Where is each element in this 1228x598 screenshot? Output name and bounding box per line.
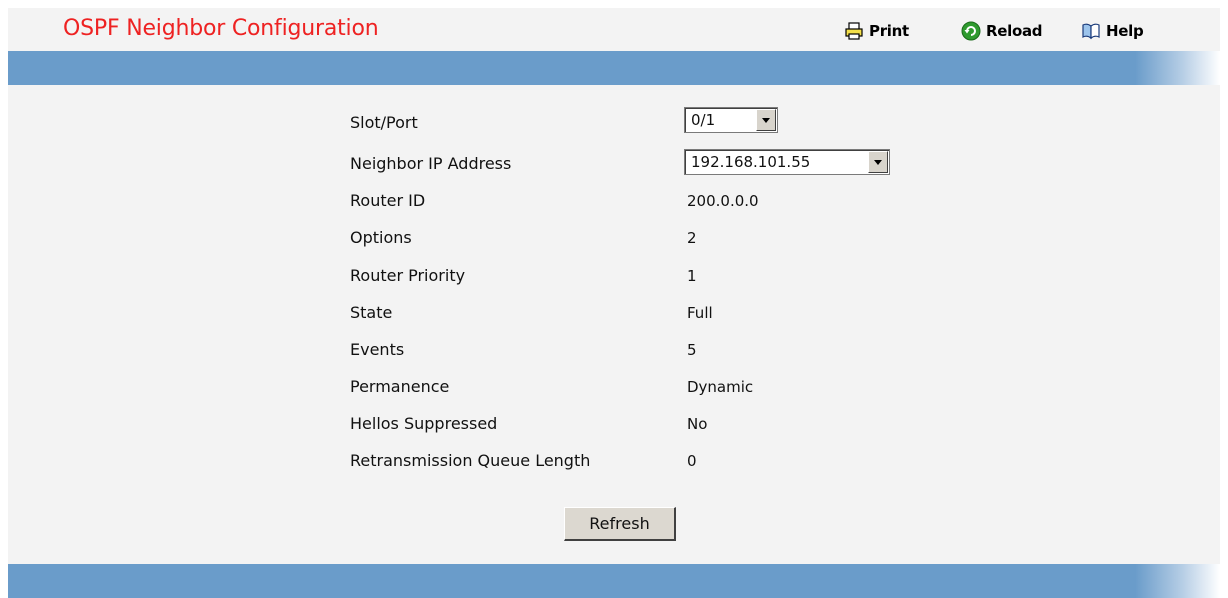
chevron-down-icon[interactable] bbox=[756, 109, 776, 131]
retransmission-queue-length-label: Retransmission Queue Length bbox=[350, 451, 591, 470]
options-label: Options bbox=[350, 228, 412, 247]
print-label: Print bbox=[869, 22, 909, 40]
retransmission-queue-length-value: 0 bbox=[687, 452, 697, 470]
slot-port-value: 0/1 bbox=[691, 111, 716, 129]
neighbor-ip-value: 192.168.101.55 bbox=[691, 153, 811, 171]
permanence-value: Dynamic bbox=[687, 378, 754, 396]
page-panel: OSPF Neighbor Configuration Print Reload bbox=[8, 8, 1220, 598]
printer-icon bbox=[844, 21, 864, 41]
slot-port-label: Slot/Port bbox=[350, 113, 418, 132]
help-label: Help bbox=[1106, 22, 1144, 40]
events-label: Events bbox=[350, 340, 405, 359]
hellos-suppressed-label: Hellos Suppressed bbox=[350, 414, 498, 433]
events-value: 5 bbox=[687, 341, 697, 359]
slot-port-select[interactable]: 0/1 bbox=[684, 107, 778, 133]
state-label: State bbox=[350, 303, 393, 322]
book-icon bbox=[1081, 21, 1101, 41]
neighbor-ip-select[interactable]: 192.168.101.55 bbox=[684, 149, 890, 175]
header-band bbox=[8, 51, 1220, 85]
neighbor-ip-label: Neighbor IP Address bbox=[350, 154, 512, 173]
options-value: 2 bbox=[687, 229, 697, 247]
reload-icon bbox=[961, 21, 981, 41]
router-id-value: 200.0.0.0 bbox=[687, 192, 759, 210]
reload-button[interactable]: Reload bbox=[961, 20, 1043, 42]
router-id-label: Router ID bbox=[350, 191, 426, 210]
help-button[interactable]: Help bbox=[1081, 20, 1144, 42]
state-value: Full bbox=[687, 304, 713, 322]
router-priority-value: 1 bbox=[687, 267, 697, 285]
permanence-label: Permanence bbox=[350, 377, 450, 396]
print-button[interactable]: Print bbox=[844, 20, 909, 42]
hellos-suppressed-value: No bbox=[687, 415, 708, 433]
router-priority-label: Router Priority bbox=[350, 266, 466, 285]
refresh-button[interactable]: Refresh bbox=[564, 507, 676, 541]
reload-label: Reload bbox=[986, 22, 1043, 40]
footer-band bbox=[8, 564, 1220, 598]
page-title: OSPF Neighbor Configuration bbox=[63, 16, 379, 41]
chevron-down-icon[interactable] bbox=[868, 151, 888, 173]
